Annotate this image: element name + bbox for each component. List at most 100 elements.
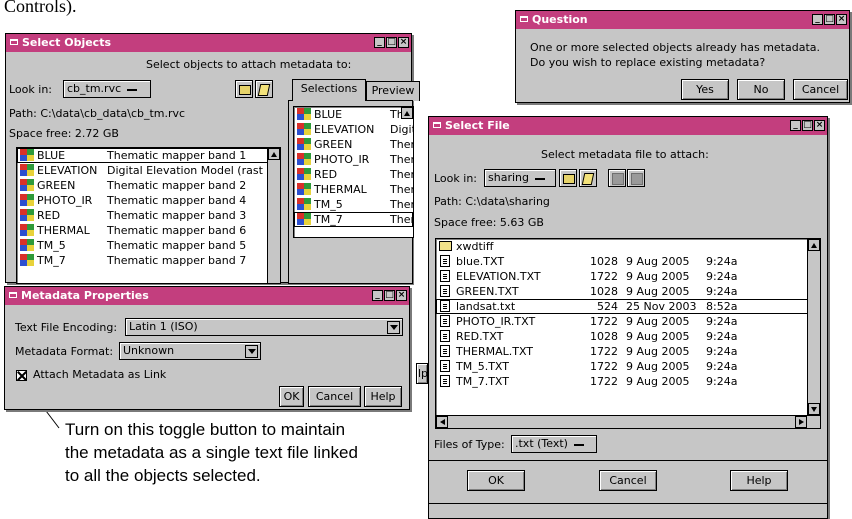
window-menu-icon[interactable] bbox=[433, 122, 441, 128]
text-file-icon bbox=[440, 315, 450, 327]
cancel-button[interactable]: Cancel bbox=[599, 470, 657, 491]
minimize-icon[interactable]: _ bbox=[812, 14, 823, 25]
look-in-dropdown[interactable]: cb_tm.rvc bbox=[63, 80, 151, 98]
files-of-type-dropdown[interactable]: .txt (Text) bbox=[511, 435, 597, 453]
maximize-icon[interactable]: □ bbox=[386, 37, 397, 48]
table-row[interactable]: blue.TXT 1028 9 Aug 2005 9:24a bbox=[436, 254, 820, 269]
new-folder-icon[interactable] bbox=[579, 169, 597, 187]
new-object-icon[interactable] bbox=[255, 80, 273, 98]
format-select[interactable]: Unknown bbox=[119, 342, 261, 360]
dropdown-arrow-icon bbox=[534, 177, 545, 183]
table-row[interactable]: ELEVATION.TXT 1722 9 Aug 2005 9:24a bbox=[436, 269, 820, 284]
select-objects-title: Select Objects bbox=[22, 36, 112, 49]
object-list[interactable]: BLUE Thematic mapper band 1 ELEVATION Digit… bbox=[16, 147, 281, 284]
dropdown-arrow-icon bbox=[573, 443, 584, 449]
text-file-icon bbox=[440, 270, 450, 282]
window-menu-icon[interactable] bbox=[520, 16, 528, 22]
table-row[interactable]: RED.TXT 1028 9 Aug 2005 9:24a bbox=[436, 329, 820, 344]
cancel-button[interactable]: Cancel bbox=[308, 386, 361, 407]
scroll-left-icon[interactable] bbox=[436, 416, 448, 428]
maximize-icon[interactable]: □ bbox=[824, 14, 835, 25]
maximize-icon[interactable]: □ bbox=[802, 120, 813, 131]
list-item[interactable]: REDThema bbox=[294, 167, 413, 182]
yes-button[interactable]: Yes bbox=[681, 79, 729, 100]
object-list-scrollbar[interactable] bbox=[267, 148, 280, 283]
file-list-hscrollbar[interactable] bbox=[436, 415, 820, 428]
select-objects-titlebar[interactable]: Select Objects _ □ × bbox=[6, 34, 411, 52]
raster-icon bbox=[20, 209, 34, 222]
table-row[interactable]: TM_7.TXT 1722 9 Aug 2005 9:24a bbox=[436, 374, 820, 389]
raster-icon bbox=[20, 224, 34, 237]
window-menu-icon[interactable] bbox=[9, 292, 17, 298]
list-item[interactable]: TM_5Thema bbox=[294, 197, 413, 212]
minimize-icon[interactable]: _ bbox=[790, 120, 801, 131]
select-file-prompt: Select metadata file to attach: bbox=[541, 148, 709, 161]
table-row[interactable]: THERMAL.TXT 1722 9 Aug 2005 9:24a bbox=[436, 344, 820, 359]
caption-text: Turn on this toggle button to maintain t… bbox=[65, 420, 358, 485]
maximize-icon[interactable]: □ bbox=[384, 290, 395, 301]
list-item[interactable]: BLUE Thematic mapper band 1 bbox=[17, 148, 280, 163]
question-message-line2: Do you wish to replace existing metadata… bbox=[530, 56, 766, 69]
ok-button[interactable]: OK bbox=[467, 470, 525, 491]
close-icon[interactable]: × bbox=[398, 37, 409, 48]
raster-icon bbox=[297, 213, 311, 226]
minimize-icon[interactable]: _ bbox=[372, 290, 383, 301]
selections-list[interactable]: BLUEThematELEVATIONDigitalGREENThemaPHOT… bbox=[293, 106, 414, 238]
question-titlebar[interactable]: Question _ □ × bbox=[516, 11, 849, 29]
raster-icon bbox=[297, 183, 311, 196]
list-item[interactable]: GREENThema bbox=[294, 137, 413, 152]
question-title: Question bbox=[532, 13, 588, 26]
table-row[interactable]: TM_5.TXT 1722 9 Aug 2005 9:24a bbox=[436, 359, 820, 374]
scroll-up-icon[interactable] bbox=[808, 239, 820, 251]
scroll-down-icon[interactable] bbox=[808, 403, 820, 415]
look-in-dropdown[interactable]: sharing bbox=[484, 169, 556, 187]
format-label: Metadata Format: bbox=[15, 345, 114, 358]
partial-help-button[interactable]: lp bbox=[416, 363, 428, 384]
list-item[interactable]: TM_7Thema bbox=[294, 212, 413, 227]
list-view-icon[interactable] bbox=[608, 169, 626, 187]
list-item[interactable]: BLUEThemat bbox=[294, 107, 413, 122]
details-view-icon[interactable] bbox=[627, 169, 645, 187]
close-icon[interactable]: × bbox=[836, 14, 847, 25]
list-item[interactable]: TM_5 Thematic mapper band 5 bbox=[17, 238, 280, 253]
file-list[interactable]: xwdtiff blue.TXT 1028 9 Aug 2005 9:24a ELEVA… bbox=[435, 238, 821, 429]
up-folder-icon[interactable] bbox=[235, 80, 253, 98]
list-item[interactable]: RED Thematic mapper band 3 bbox=[17, 208, 280, 223]
tab-selections[interactable]: Selections bbox=[292, 79, 366, 101]
ok-button[interactable]: OK bbox=[279, 386, 304, 407]
list-item[interactable]: THERMALThema bbox=[294, 182, 413, 197]
up-folder-icon[interactable] bbox=[559, 169, 577, 187]
table-row[interactable]: landsat.txt 524 25 Nov 2003 8:52a bbox=[436, 299, 820, 314]
help-button[interactable]: Help bbox=[364, 386, 402, 407]
close-icon[interactable]: × bbox=[814, 120, 825, 131]
list-item[interactable]: ELEVATION Digital Elevation Model (rast bbox=[17, 163, 280, 178]
list-item[interactable]: PHOTO_IR Thematic mapper band 4 bbox=[17, 193, 280, 208]
list-item[interactable]: GREEN Thematic mapper band 2 bbox=[17, 178, 280, 193]
list-item[interactable]: PHOTO_IRThema bbox=[294, 152, 413, 167]
window-menu-icon[interactable] bbox=[10, 39, 18, 45]
scroll-right-icon[interactable] bbox=[795, 416, 807, 428]
list-item[interactable]: ELEVATIONDigital bbox=[294, 122, 413, 137]
cancel-button[interactable]: Cancel bbox=[793, 79, 848, 100]
path-label: Path: C:\data\sharing bbox=[434, 195, 550, 208]
no-button[interactable]: No bbox=[737, 79, 785, 100]
text-file-icon bbox=[440, 375, 450, 387]
scroll-up-icon[interactable] bbox=[401, 107, 413, 119]
text-file-icon bbox=[440, 285, 450, 297]
table-row[interactable]: PHOTO_IR.TXT 1722 9 Aug 2005 9:24a bbox=[436, 314, 820, 329]
tab-preview[interactable]: Preview bbox=[366, 81, 420, 101]
close-icon[interactable]: × bbox=[396, 290, 407, 301]
list-item-folder[interactable]: xwdtiff bbox=[436, 239, 820, 254]
select-file-titlebar[interactable]: Select File _ □ × bbox=[429, 117, 827, 135]
table-row[interactable]: GREEN.TXT 1028 9 Aug 2005 9:24a bbox=[436, 284, 820, 299]
metadata-properties-titlebar[interactable]: Metadata Properties _ □ × bbox=[5, 287, 409, 305]
list-item[interactable]: TM_7 Thematic mapper band 7 bbox=[17, 253, 280, 268]
minimize-icon[interactable]: _ bbox=[374, 37, 385, 48]
help-button[interactable]: Help bbox=[730, 470, 788, 491]
select-objects-prompt: Select objects to attach metadata to: bbox=[146, 58, 352, 71]
scroll-up-icon[interactable] bbox=[268, 148, 280, 160]
attach-as-link-checkbox[interactable] bbox=[16, 370, 27, 381]
encoding-select[interactable]: Latin 1 (ISO) bbox=[125, 318, 403, 336]
file-list-vscrollbar[interactable] bbox=[807, 239, 820, 415]
list-item[interactable]: THERMAL Thematic mapper band 6 bbox=[17, 223, 280, 238]
